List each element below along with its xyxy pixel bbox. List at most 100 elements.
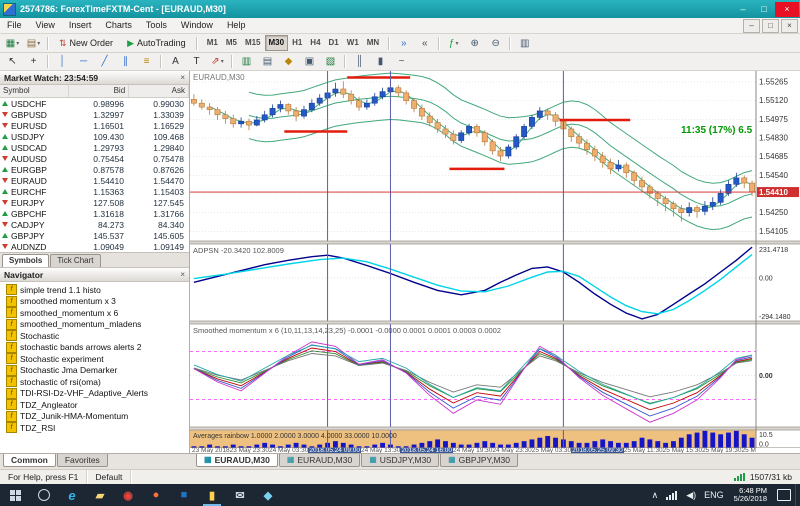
menu-file[interactable]: File (0, 18, 29, 33)
cursor-tool-button[interactable]: ↖ (3, 53, 22, 70)
column-header-symbol[interactable]: Symbol (0, 85, 69, 97)
zoom-out-button[interactable]: ⊖ (486, 35, 505, 52)
vertical-line-tool-button[interactable]: │ (53, 53, 72, 70)
chart-shift-button[interactable]: « (415, 35, 434, 52)
timeframe-m5[interactable]: M5 (222, 35, 241, 51)
chart-restore-button[interactable]: □ (762, 19, 779, 33)
symbol-row[interactable]: CADJPY84.27384.340 (0, 219, 189, 230)
navigator-toggle-button[interactable]: ◆ (279, 53, 298, 70)
auto-scroll-button[interactable]: » (394, 35, 413, 52)
label-tool-button[interactable]: T (187, 53, 206, 70)
navigator-indicator-item[interactable]: fstochastic of rsi(oma) (6, 376, 189, 388)
symbol-row[interactable]: AUDNZD1.090491.09149 (0, 241, 189, 252)
volume-icon[interactable]: ◀) (682, 484, 700, 506)
mail-taskbar-button[interactable]: ✉ (226, 484, 254, 506)
window-minimize-button[interactable]: – (733, 2, 753, 17)
firefox-taskbar-button[interactable]: ● (142, 484, 170, 506)
tile-windows-button[interactable]: ▥ (515, 35, 534, 52)
symbol-row[interactable]: EURUSD1.165011.16529 (0, 120, 189, 131)
chrome-taskbar-button[interactable]: ◉ (114, 484, 142, 506)
cortana-search-button[interactable] (30, 484, 58, 506)
indicators-list-button[interactable]: ƒ▾ (444, 35, 463, 52)
bar-chart-mode-button[interactable]: ║ (350, 53, 369, 70)
symbol-row[interactable]: USDJPY109.430109.468 (0, 131, 189, 142)
navigator-indicator-item[interactable]: fsmoothed_momentum x 6 (6, 307, 189, 319)
start-button[interactable] (0, 484, 30, 506)
symbol-row[interactable]: EURCHF1.153631.15403 (0, 186, 189, 197)
menu-tools[interactable]: Tools (139, 18, 174, 33)
fibonacci-tool-button[interactable]: ≡ (137, 53, 156, 70)
menu-help[interactable]: Help (220, 18, 253, 33)
market-watch-toggle-button[interactable]: ▥ (237, 53, 256, 70)
symbol-row[interactable]: EURGBP0.875780.87626 (0, 164, 189, 175)
data-window-toggle-button[interactable]: ▤ (258, 53, 277, 70)
symbol-row[interactable]: EURJPY127.508127.545 (0, 197, 189, 208)
tray-expand-icon[interactable]: ∧ (648, 484, 663, 506)
photos-taskbar-button[interactable]: ■ (170, 484, 198, 506)
symbol-row[interactable]: AUDUSD0.754540.75478 (0, 153, 189, 164)
chart-tab[interactable]: ▦GBPJPY,M30 (440, 454, 518, 467)
chart-tab[interactable]: ▦USDJPY,M30 (361, 454, 439, 467)
timeframe-mn[interactable]: MN (363, 35, 383, 51)
chart-tab[interactable]: ▦EURAUD,M30 (196, 454, 278, 467)
navigator-indicator-item[interactable]: fStochastic experiment (6, 353, 189, 365)
text-tool-button[interactable]: A (166, 53, 185, 70)
symbol-row[interactable]: EURAUD1.544101.54470 (0, 175, 189, 186)
navigator-indicator-item[interactable]: fTDZ_Junik-HMA-Momentum (6, 411, 189, 423)
chart-minimize-button[interactable]: – (743, 19, 760, 33)
tab-common[interactable]: Common (3, 454, 56, 467)
window-restore-button[interactable]: □ (754, 2, 774, 17)
zoom-in-button[interactable]: ⊕ (465, 35, 484, 52)
show-desktop-button[interactable] (795, 484, 800, 506)
timeframe-w1[interactable]: W1 (343, 35, 363, 51)
column-header-bid[interactable]: Bid (69, 85, 129, 97)
autotrading-button[interactable]: ▶AutoTrading (121, 35, 192, 52)
window-close-button[interactable]: × (775, 2, 799, 17)
navigator-indicator-item[interactable]: fsimple trend 1.1 histo (6, 284, 189, 296)
menu-charts[interactable]: Charts (98, 18, 139, 33)
store-taskbar-button[interactable]: ◆ (254, 484, 282, 506)
menu-insert[interactable]: Insert (62, 18, 99, 33)
metatrader-taskbar-button[interactable]: ▮ (198, 484, 226, 506)
navigator-indicator-item[interactable]: fstochastic bands arrows alerts 2 (6, 342, 189, 354)
navigator-indicator-item[interactable]: fTDZ_Angleator (6, 399, 189, 411)
menu-view[interactable]: View (29, 18, 62, 33)
navigator-indicator-item[interactable]: fStochastic Jma Demarker (6, 365, 189, 377)
terminal-toggle-button[interactable]: ▣ (300, 53, 319, 70)
template-selector[interactable]: Default (87, 470, 131, 484)
symbol-row[interactable]: GBPCHF1.316181.31766 (0, 208, 189, 219)
notification-center-button[interactable] (773, 484, 795, 506)
navigator-indicator-item[interactable]: fsmoothed_momentum_mladens (6, 319, 189, 331)
strategy-tester-toggle-button[interactable]: ▧ (321, 53, 340, 70)
timeframe-m30[interactable]: M30 (265, 35, 289, 51)
tab-symbols[interactable]: Symbols (2, 254, 49, 267)
chart-tab[interactable]: ▦EURAUD,M30 (279, 454, 360, 467)
timeframe-h4[interactable]: H4 (306, 35, 324, 51)
edge-taskbar-button[interactable]: e (58, 484, 86, 506)
symbol-row[interactable]: USDCAD1.297931.29840 (0, 142, 189, 153)
tab-tick-chart[interactable]: Tick Chart (50, 254, 100, 267)
chart-close-button[interactable]: × (781, 19, 798, 33)
symbol-row[interactable]: GBPUSD1.329971.33039 (0, 109, 189, 120)
new-chart-button[interactable]: ▦▾ (3, 35, 22, 52)
channel-tool-button[interactable]: ∥ (116, 53, 135, 70)
arrows-tool-button[interactable]: ⇗▾ (208, 53, 227, 70)
column-header-ask[interactable]: Ask (129, 85, 189, 97)
trendline-tool-button[interactable]: ╱ (95, 53, 114, 70)
profiles-button[interactable]: ▤▾ (24, 35, 43, 52)
network-icon[interactable] (662, 484, 682, 506)
symbol-row[interactable]: USDCHF0.989960.99030 (0, 98, 189, 109)
navigator-indicator-item[interactable]: fsmoothed momentum x 3 (6, 296, 189, 308)
navigator-indicator-item[interactable]: fStochastic (6, 330, 189, 342)
new-order-button[interactable]: ⇅New Order (53, 35, 119, 52)
candlestick-mode-button[interactable]: ▮ (371, 53, 390, 70)
file-explorer-taskbar-button[interactable]: ▰ (86, 484, 114, 506)
chart-canvas[interactable]: 1.552651.551201.549751.548301.546851.545… (190, 71, 800, 448)
navigator-indicator-item[interactable]: fTDI-RSI-Dz-VHF_Adaptive_Alerts (6, 388, 189, 400)
navigator-indicator-item[interactable]: fTDZ_RSI (6, 422, 189, 434)
tab-favorites[interactable]: Favorites (57, 454, 108, 467)
line-chart-mode-button[interactable]: ~ (392, 53, 411, 70)
taskbar-clock[interactable]: 6:48 PM 5/26/2018 (728, 487, 773, 504)
timeframe-d1[interactable]: D1 (325, 35, 343, 51)
timeframe-m1[interactable]: M1 (203, 35, 222, 51)
